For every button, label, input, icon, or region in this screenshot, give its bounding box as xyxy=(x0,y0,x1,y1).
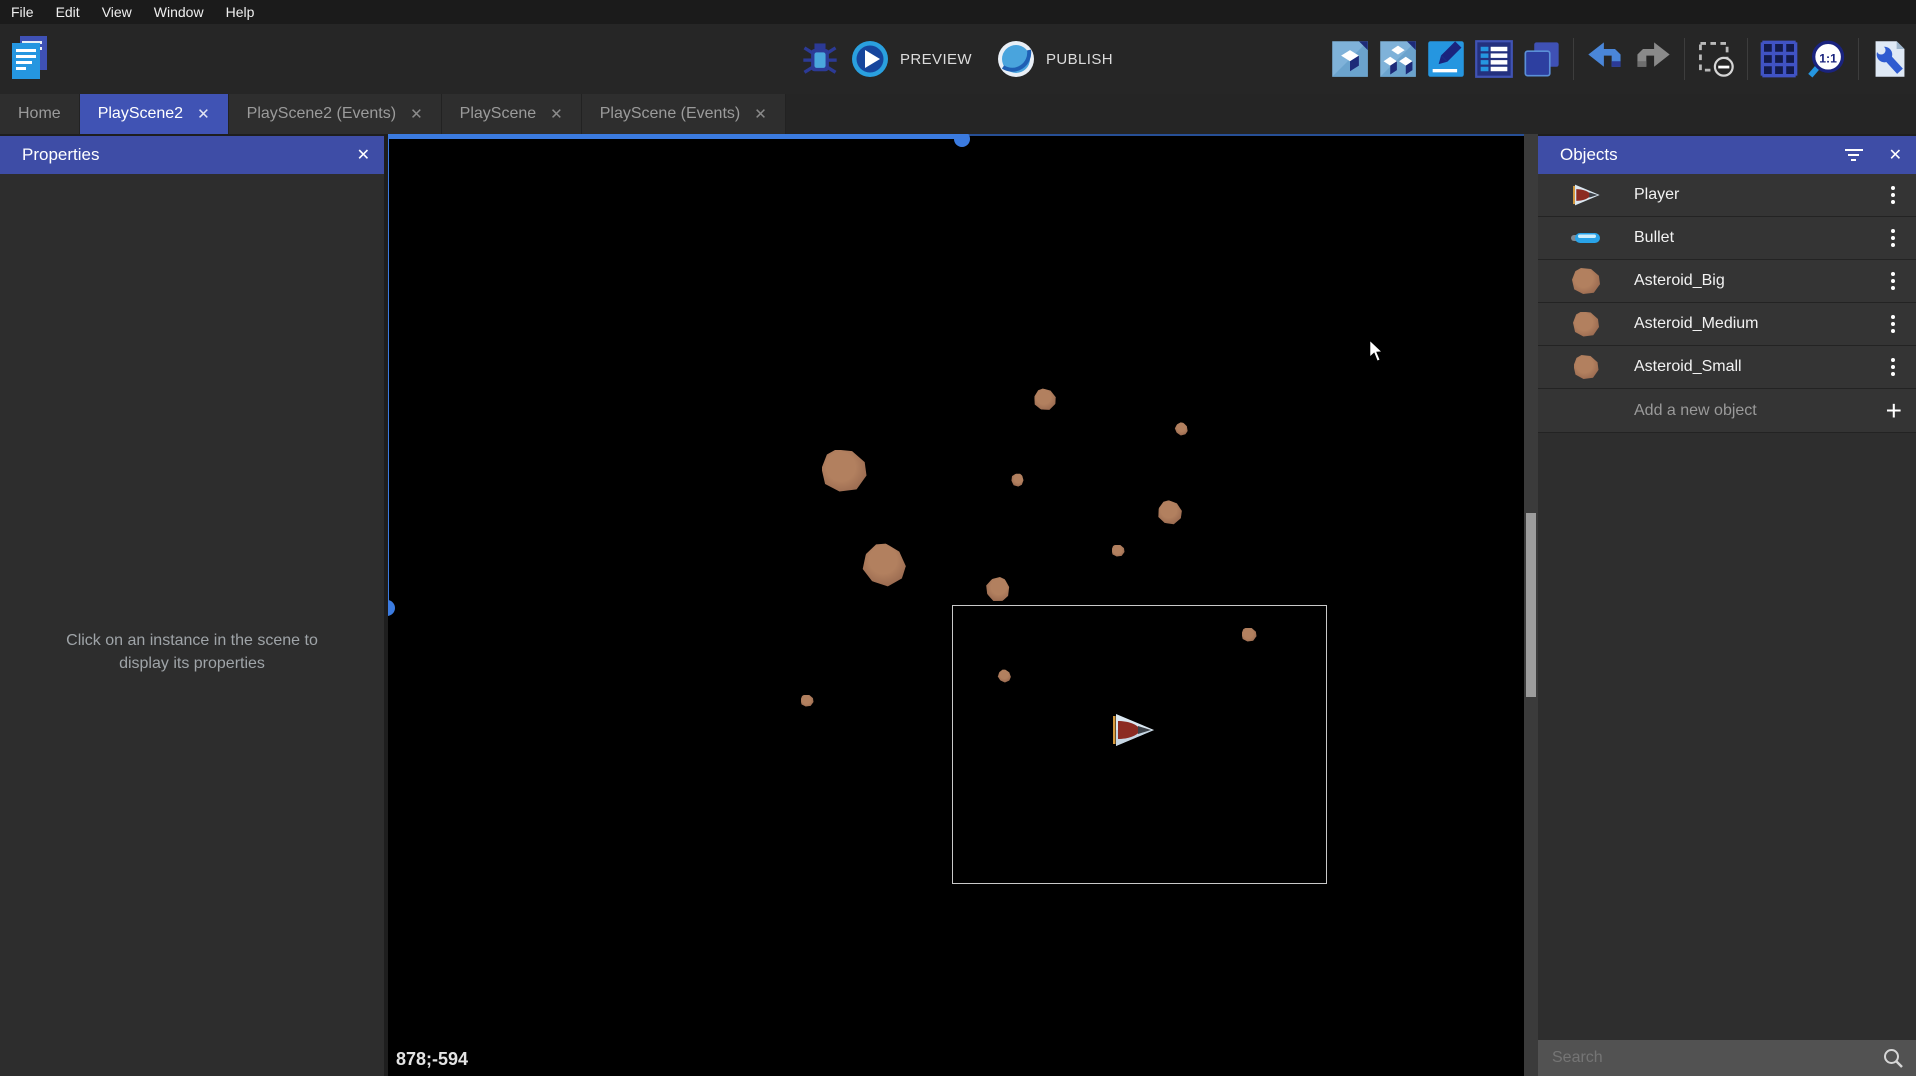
player-ship-instance[interactable] xyxy=(1110,713,1156,747)
search-icon xyxy=(1882,1047,1904,1069)
kebab-menu-icon[interactable] xyxy=(1884,358,1902,376)
properties-panel-title: Properties xyxy=(22,145,99,165)
add-object-label: Add a new object xyxy=(1634,402,1886,420)
tab-playscene[interactable]: PlayScene ✕ xyxy=(442,94,582,134)
publish-button[interactable]: PUBLISH xyxy=(1046,51,1113,68)
kebab-menu-icon[interactable] xyxy=(1884,186,1902,204)
toolbar-separator xyxy=(1684,38,1685,80)
tab-label: Home xyxy=(18,105,61,123)
asteroid-icon xyxy=(1538,268,1634,294)
object-row-asteroid-medium[interactable]: Asteroid_Medium xyxy=(1538,303,1916,346)
scene-properties-icon[interactable] xyxy=(1426,39,1466,79)
object-name: Player xyxy=(1634,186,1884,204)
asteroid-instance[interactable] xyxy=(1155,498,1184,526)
kebab-menu-icon[interactable] xyxy=(1884,272,1902,290)
preview-play-icon[interactable] xyxy=(850,39,890,79)
tab-playscene2[interactable]: PlayScene2 ✕ xyxy=(80,94,229,134)
tab-row: Home PlayScene2 ✕ PlayScene2 (Events) ✕ … xyxy=(0,94,1916,134)
object-groups-editor-icon[interactable] xyxy=(1378,39,1418,79)
asteroid-instance[interactable] xyxy=(856,537,912,591)
tab-close-icon[interactable]: ✕ xyxy=(754,105,767,123)
asteroid-icon xyxy=(1538,355,1634,379)
asteroid-instance[interactable] xyxy=(982,573,1015,606)
close-icon[interactable]: ✕ xyxy=(1889,145,1902,165)
toolbar-separator xyxy=(1858,38,1859,80)
asteroid-instance[interactable] xyxy=(801,695,814,707)
bullet-icon xyxy=(1538,232,1634,244)
objects-panel-header: Objects ✕ xyxy=(1538,136,1916,174)
menu-help[interactable]: Help xyxy=(215,0,266,24)
object-name: Asteroid_Medium xyxy=(1634,315,1884,333)
tab-label: PlayScene2 (Events) xyxy=(247,105,396,123)
search-bar xyxy=(1538,1040,1916,1076)
tab-label: PlayScene (Events) xyxy=(600,105,741,123)
menu-view[interactable]: View xyxy=(91,0,143,24)
publish-globe-icon[interactable] xyxy=(996,39,1036,79)
grid-icon[interactable] xyxy=(1759,39,1799,79)
asteroid-instance[interactable] xyxy=(1112,545,1125,557)
asteroid-instance[interactable] xyxy=(1032,387,1057,412)
toolbar-separator xyxy=(1747,38,1748,80)
tab-playscene2-events[interactable]: PlayScene2 (Events) ✕ xyxy=(229,94,442,134)
menu-window[interactable]: Window xyxy=(143,0,215,24)
object-row-player[interactable]: Player xyxy=(1538,174,1916,217)
tab-playscene-events[interactable]: PlayScene (Events) ✕ xyxy=(582,94,786,134)
menu-file[interactable]: File xyxy=(0,0,45,24)
settings-wrench-icon[interactable] xyxy=(1870,39,1910,79)
cursor-coordinates: 878;-594 xyxy=(396,1049,468,1070)
properties-panel-header: Properties ✕ xyxy=(0,136,384,174)
ship-icon xyxy=(1538,184,1634,206)
asteroid-icon xyxy=(1538,312,1634,337)
tab-close-icon[interactable]: ✕ xyxy=(550,105,563,123)
object-row-asteroid-small[interactable]: Asteroid_Small xyxy=(1538,346,1916,389)
mouse-cursor xyxy=(1365,339,1387,363)
debugger-bug-icon[interactable] xyxy=(800,39,840,79)
tab-close-icon[interactable]: ✕ xyxy=(197,105,210,123)
scene-scrollbar[interactable] xyxy=(1524,134,1538,1076)
tab-home[interactable]: Home xyxy=(0,94,80,134)
redo-icon[interactable] xyxy=(1633,39,1673,79)
preview-button[interactable]: PREVIEW xyxy=(900,51,972,68)
tab-label: PlayScene2 xyxy=(98,105,183,123)
scene-canvas[interactable]: 878;-594 xyxy=(388,134,1524,1076)
objects-panel: Objects ✕ Player Bullet xyxy=(1538,136,1916,1076)
object-name: Bullet xyxy=(1634,229,1884,247)
search-input[interactable] xyxy=(1538,1049,1882,1067)
toolbar-separator xyxy=(1573,38,1574,80)
undo-icon[interactable] xyxy=(1585,39,1625,79)
plus-icon: + xyxy=(1886,397,1902,425)
objects-panel-title: Objects xyxy=(1560,145,1618,165)
kebab-menu-icon[interactable] xyxy=(1884,315,1902,333)
object-name: Asteroid_Big xyxy=(1634,272,1884,290)
clear-selection-icon[interactable] xyxy=(1696,39,1736,79)
tab-label: PlayScene xyxy=(460,105,537,123)
layers-editor-icon[interactable] xyxy=(1522,39,1562,79)
object-name: Asteroid_Small xyxy=(1634,358,1884,376)
kebab-menu-icon[interactable] xyxy=(1884,229,1902,247)
asteroid-instance[interactable] xyxy=(1009,471,1025,487)
object-row-bullet[interactable]: Bullet xyxy=(1538,217,1916,260)
zoom-one-to-one-icon[interactable]: 1:1 xyxy=(1807,39,1847,79)
toolbar: PREVIEW PUBLISH xyxy=(0,24,1916,94)
asteroid-instance[interactable] xyxy=(822,450,867,492)
tab-close-icon[interactable]: ✕ xyxy=(410,105,423,123)
instances-list-icon[interactable] xyxy=(1474,39,1514,79)
properties-panel: Properties ✕ Click on an instance in the… xyxy=(0,136,384,1076)
asteroid-instance[interactable] xyxy=(1172,420,1190,438)
scene-scrollbar-thumb[interactable] xyxy=(1526,513,1536,697)
menu-edit[interactable]: Edit xyxy=(45,0,91,24)
filter-icon[interactable] xyxy=(1845,149,1863,161)
objects-editor-icon[interactable] xyxy=(1330,39,1370,79)
object-row-asteroid-big[interactable]: Asteroid_Big xyxy=(1538,260,1916,303)
properties-empty-message: Click on an instance in the scene to dis… xyxy=(42,629,342,675)
menu-bar: File Edit View Window Help xyxy=(0,0,1916,24)
project-manager-icon[interactable] xyxy=(8,34,50,82)
svg-text:1:1: 1:1 xyxy=(1819,51,1837,65)
close-icon[interactable]: ✕ xyxy=(357,145,370,165)
add-object-button[interactable]: Add a new object + xyxy=(1538,389,1916,433)
